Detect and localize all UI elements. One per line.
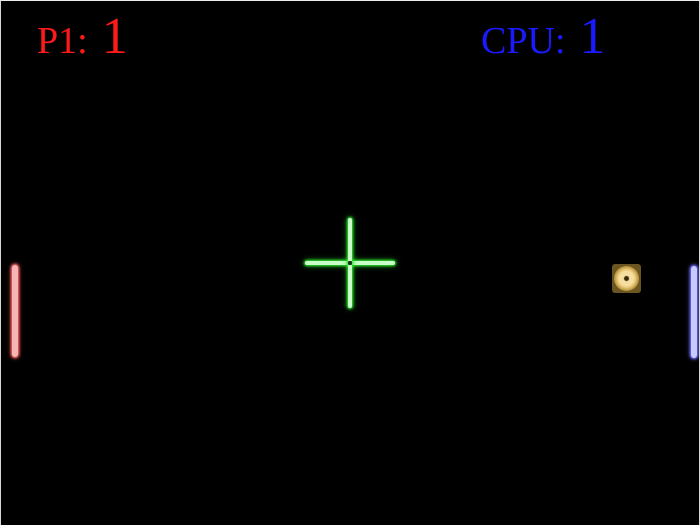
cpu-score-value: 1 bbox=[579, 8, 606, 65]
game-canvas[interactable]: P1: 1 CPU: 1 bbox=[0, 0, 700, 525]
ball-disc bbox=[614, 266, 639, 291]
player-paddle[interactable] bbox=[12, 265, 18, 357]
crosshair-center bbox=[348, 261, 352, 265]
cpu-paddle bbox=[691, 266, 697, 358]
cpu-score-label: CPU: bbox=[481, 20, 566, 62]
cpu-score: CPU: 1 bbox=[481, 11, 605, 63]
player-score-value: 1 bbox=[101, 8, 128, 65]
player-score: P1: 1 bbox=[37, 11, 128, 63]
crosshair-icon bbox=[305, 218, 395, 308]
player-score-label: P1: bbox=[37, 20, 88, 62]
ball-icon bbox=[612, 264, 641, 293]
